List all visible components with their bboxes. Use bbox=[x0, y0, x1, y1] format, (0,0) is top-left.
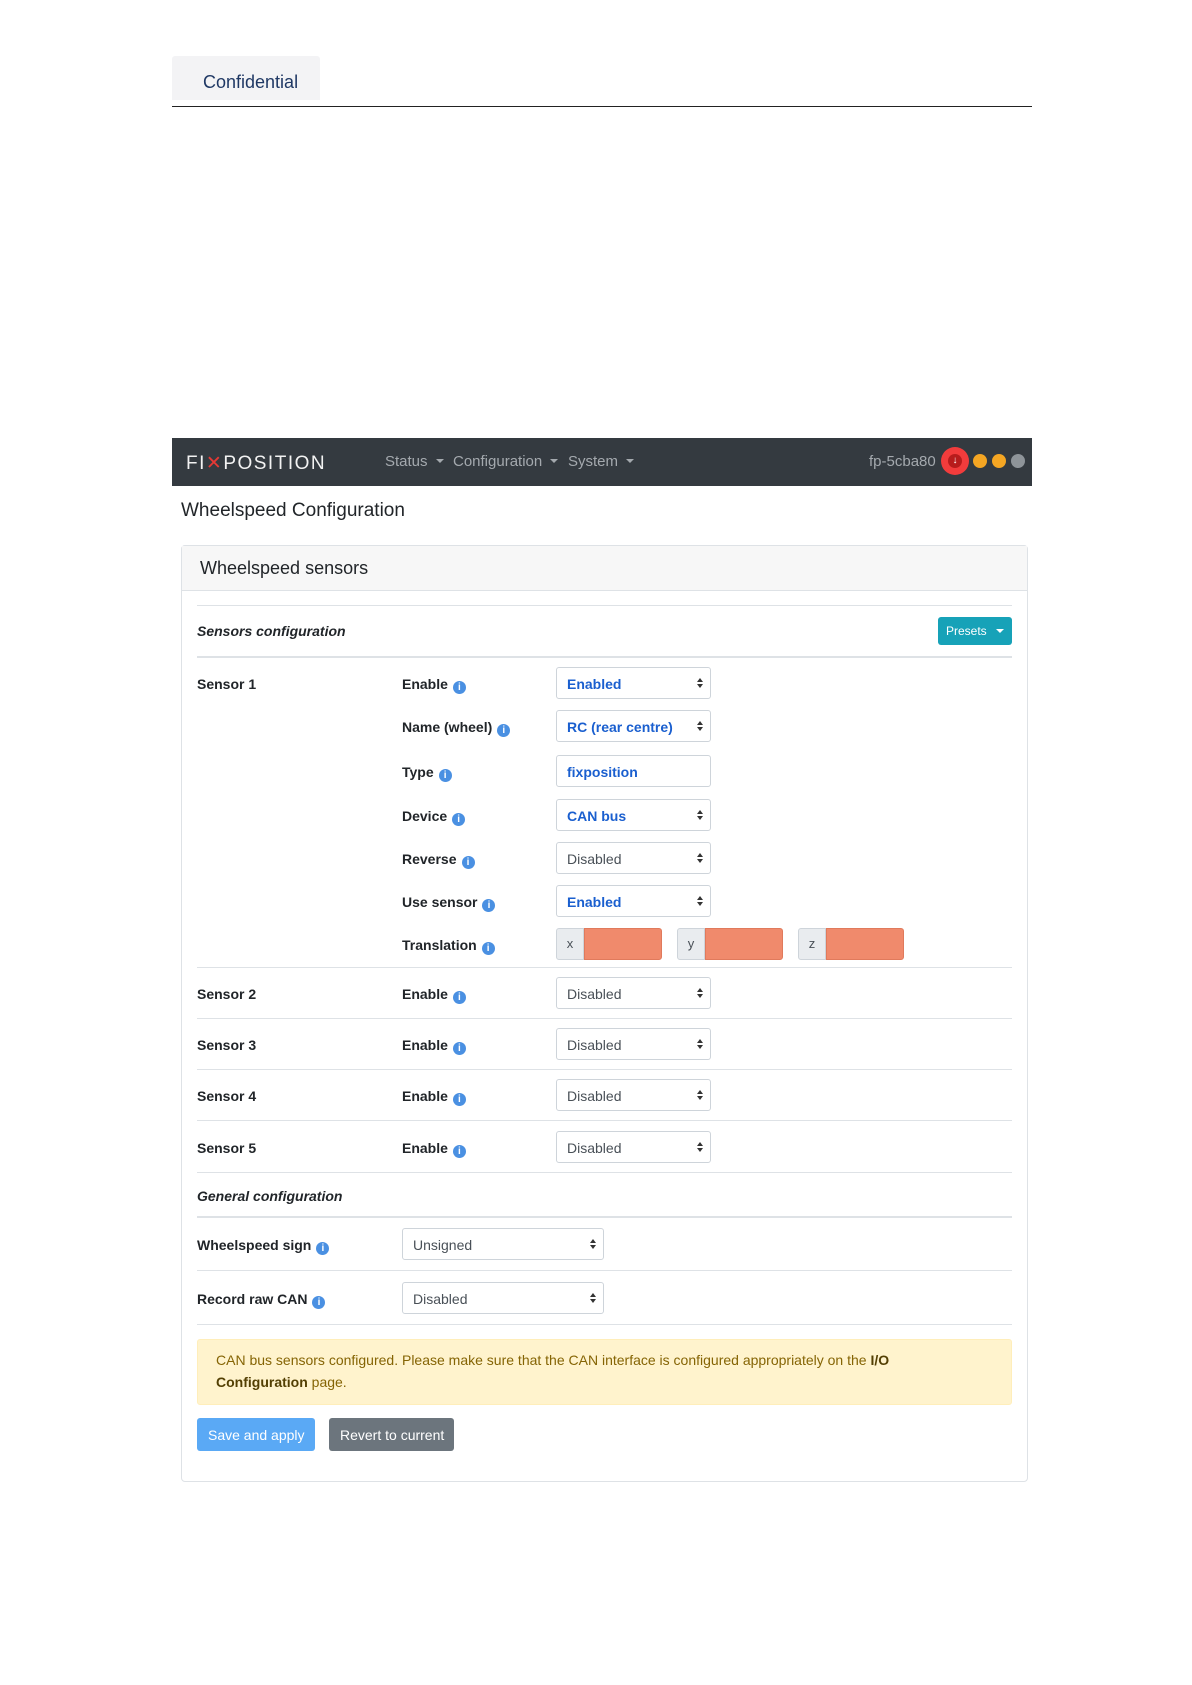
sensor2-enable-label: Enable i bbox=[402, 986, 466, 1004]
sensor3-label: Sensor 3 bbox=[197, 1037, 257, 1053]
sensor1-type-input[interactable]: fixposition bbox=[556, 755, 711, 787]
wheelspeed-sign-select[interactable]: Unsigned bbox=[402, 1228, 604, 1260]
record-raw-can-select[interactable]: Disabled bbox=[402, 1282, 604, 1314]
wheelspeed-card: Wheelspeed sensors Sensors configuration… bbox=[181, 545, 1028, 1482]
divider bbox=[197, 605, 1012, 606]
sensor1-enable-label: Enable i bbox=[402, 676, 466, 694]
translation-y-input[interactable] bbox=[705, 928, 783, 960]
divider bbox=[197, 1018, 1012, 1019]
revert-to-current-button[interactable]: Revert to current bbox=[329, 1418, 454, 1451]
divider bbox=[197, 1216, 1012, 1218]
info-icon[interactable]: i bbox=[497, 724, 511, 737]
page-title: Wheelspeed Configuration bbox=[181, 500, 405, 521]
status-dot-orange-icon[interactable] bbox=[992, 454, 1006, 468]
info-icon[interactable]: i bbox=[481, 942, 495, 955]
sensor4-label: Sensor 4 bbox=[197, 1088, 257, 1104]
divider bbox=[197, 1069, 1012, 1070]
chevron-down-icon bbox=[435, 459, 444, 463]
info-icon[interactable]: i bbox=[312, 1296, 326, 1309]
chevron-down-icon bbox=[550, 459, 559, 463]
chevron-down-icon bbox=[626, 459, 635, 463]
sensor1-enable-select[interactable]: Enabled bbox=[556, 667, 711, 699]
divider bbox=[197, 1172, 1012, 1173]
info-icon[interactable]: i bbox=[438, 769, 452, 782]
record-raw-can-label: Record raw CAN i bbox=[197, 1291, 326, 1309]
divider bbox=[197, 1270, 1012, 1271]
sensor1-name-select[interactable]: RC (rear centre) bbox=[556, 710, 711, 742]
download-status-icon[interactable] bbox=[1011, 454, 1025, 468]
info-icon[interactable]: i bbox=[452, 1042, 466, 1055]
general-config-title: General configuration bbox=[197, 1188, 343, 1204]
sensor1-reverse-label: Reverse i bbox=[402, 851, 475, 869]
header-rule bbox=[172, 106, 1032, 107]
info-icon[interactable]: i bbox=[461, 856, 475, 869]
translation-z-prefix: z bbox=[798, 928, 826, 960]
sensor3-enable-select[interactable]: Disabled bbox=[556, 1028, 711, 1060]
divider bbox=[197, 656, 1012, 658]
divider bbox=[197, 1324, 1012, 1325]
sensor2-enable-select[interactable]: Disabled bbox=[556, 977, 711, 1009]
brand-logo[interactable]: FI✕POSITION bbox=[186, 452, 326, 475]
alert-status-icon[interactable]: ↓ bbox=[941, 447, 969, 475]
sensor5-enable-select[interactable]: Disabled bbox=[556, 1131, 711, 1163]
sensor1-type-label: Type i bbox=[402, 764, 452, 782]
save-and-apply-button[interactable]: Save and apply bbox=[197, 1418, 315, 1451]
translation-x-input[interactable] bbox=[584, 928, 662, 960]
sensor1-label: Sensor 1 bbox=[197, 676, 257, 692]
sensor4-enable-select[interactable]: Disabled bbox=[556, 1079, 711, 1111]
status-dot-orange-icon[interactable] bbox=[973, 454, 987, 468]
sensor1-translation-label: Translation i bbox=[402, 937, 495, 955]
translation-z-input[interactable] bbox=[826, 928, 904, 960]
nav-system-menu[interactable]: System bbox=[568, 453, 635, 470]
sensor1-device-label: Device i bbox=[402, 808, 466, 826]
translation-y-prefix: y bbox=[677, 928, 705, 960]
info-icon[interactable]: i bbox=[452, 813, 466, 826]
confidential-label: Confidential bbox=[203, 72, 299, 92]
info-icon[interactable]: i bbox=[452, 681, 466, 694]
nav-status-menu[interactable]: Status bbox=[385, 453, 444, 470]
sensors-config-title: Sensors configuration bbox=[197, 623, 346, 639]
info-icon[interactable]: i bbox=[316, 1242, 330, 1255]
chevron-down-icon bbox=[996, 629, 1004, 633]
sensor1-use-sensor-select[interactable]: Enabled bbox=[556, 885, 711, 917]
io-link-text: I/O bbox=[870, 1352, 890, 1368]
info-icon[interactable]: i bbox=[482, 899, 496, 912]
info-icon[interactable]: i bbox=[452, 991, 466, 1004]
info-icon[interactable]: i bbox=[452, 1093, 466, 1106]
sensor1-use-sensor-label: Use sensor i bbox=[402, 894, 496, 912]
wheelspeed-sign-label: Wheelspeed sign i bbox=[197, 1237, 330, 1255]
sensor3-enable-label: Enable i bbox=[402, 1037, 466, 1055]
hostname: fp-5cba80 bbox=[869, 453, 936, 470]
divider bbox=[197, 1120, 1012, 1121]
sensor2-label: Sensor 2 bbox=[197, 986, 257, 1002]
info-icon[interactable]: i bbox=[452, 1145, 466, 1158]
can-config-alert: CAN bus sensors configured. Please make … bbox=[197, 1339, 1012, 1405]
sensor5-enable-label: Enable i bbox=[402, 1140, 466, 1158]
nav-configuration-menu[interactable]: Configuration bbox=[453, 453, 559, 470]
sensor4-enable-label: Enable i bbox=[402, 1088, 466, 1106]
translation-x-prefix: x bbox=[556, 928, 584, 960]
sensor5-label: Sensor 5 bbox=[197, 1140, 257, 1156]
top-navbar: FI✕POSITION Status Configuration System … bbox=[172, 438, 1032, 486]
configuration-link-text: Configuration bbox=[216, 1374, 308, 1390]
presets-button[interactable]: Presets bbox=[938, 617, 1012, 645]
divider bbox=[197, 967, 1012, 968]
sensor1-name-label: Name (wheel) i bbox=[402, 719, 511, 737]
card-header: Wheelspeed sensors bbox=[182, 546, 1027, 591]
sensor1-device-select[interactable]: CAN bus bbox=[556, 799, 711, 831]
card-title: Wheelspeed sensors bbox=[200, 558, 369, 578]
confidential-tab: Confidential bbox=[172, 56, 320, 100]
sensor1-reverse-select[interactable]: Disabled bbox=[556, 842, 711, 874]
